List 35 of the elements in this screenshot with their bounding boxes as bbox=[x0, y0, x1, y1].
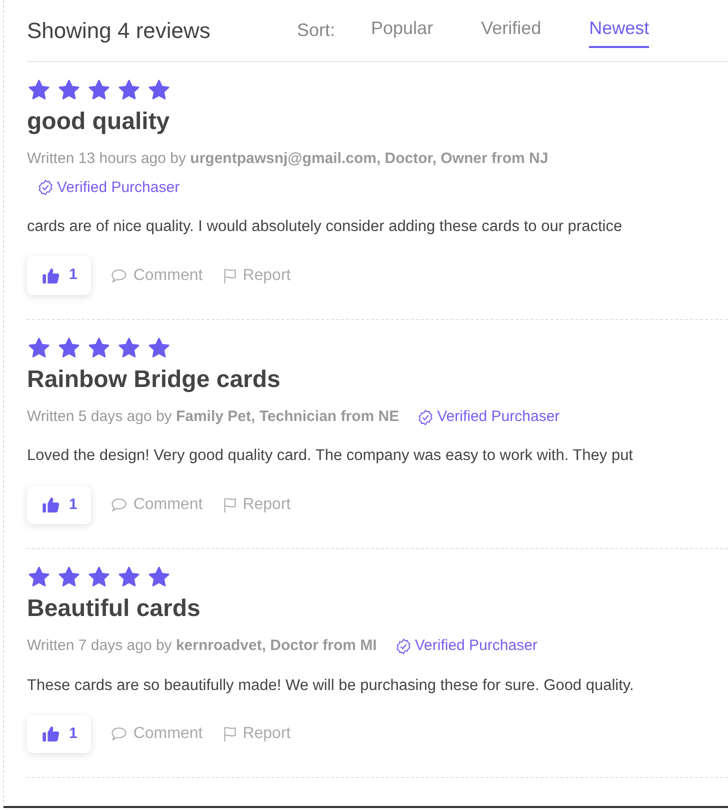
speech-bubble-icon bbox=[109, 496, 130, 514]
like-button[interactable]: 1 bbox=[27, 256, 92, 295]
sort-tab[interactable]: Newest bbox=[589, 13, 650, 48]
report-link[interactable]: Report bbox=[220, 492, 291, 517]
verified-icon bbox=[37, 179, 54, 196]
review-title: good quality bbox=[27, 107, 171, 137]
sort-label: Sort: bbox=[297, 19, 336, 42]
like-button[interactable]: 1 bbox=[27, 486, 92, 524]
review-text: These cards are so beautifully made! We will be purchasing these for sure. Good quality. bbox=[27, 676, 635, 696]
verified-label: Verified Purchaser bbox=[57, 178, 180, 198]
thumbs-up-icon bbox=[41, 494, 61, 515]
review-count: Showing 4 reviews bbox=[27, 17, 212, 45]
verified-icon bbox=[394, 638, 412, 655]
review-title: Rainbow Bridge cards bbox=[27, 364, 282, 395]
review-byline: Written 7 days ago by kernroadvet, Doctor from MI bbox=[27, 636, 377, 656]
comment-link[interactable]: Comment bbox=[109, 722, 203, 746]
review-text: Loved the design! Very good quality card. The company was easy to work with. They put bbox=[27, 446, 634, 466]
review-title: Beautiful cards bbox=[27, 594, 202, 624]
verified-label: Verified Purchaser bbox=[414, 636, 538, 656]
review-text: cards are of nice quality. I would absolutely consider adding these cards to our practice bbox=[27, 217, 624, 237]
sort-tab[interactable]: Popular bbox=[371, 13, 434, 48]
speech-bubble-icon bbox=[109, 266, 130, 284]
like-button[interactable]: 1 bbox=[27, 714, 92, 754]
report-link[interactable]: Report bbox=[220, 722, 291, 746]
thumbs-up-icon bbox=[41, 266, 61, 286]
comment-link[interactable]: Comment bbox=[109, 264, 203, 288]
sort-tab[interactable]: Verified bbox=[481, 13, 542, 48]
verified-label: Verified Purchaser bbox=[437, 406, 560, 427]
comment-link[interactable]: Comment bbox=[109, 492, 203, 517]
report-link[interactable]: Report bbox=[220, 264, 291, 288]
thumbs-up-icon bbox=[41, 724, 61, 744]
review-byline: Written 13 hours ago by urgentpawsnj@gmail.com, Doctor, Owner from NJ bbox=[27, 149, 548, 169]
speech-bubble-icon bbox=[109, 725, 130, 743]
review-byline: Written 5 days ago by Family Pet, Technician from NE bbox=[27, 406, 400, 427]
verified-icon bbox=[417, 408, 434, 426]
